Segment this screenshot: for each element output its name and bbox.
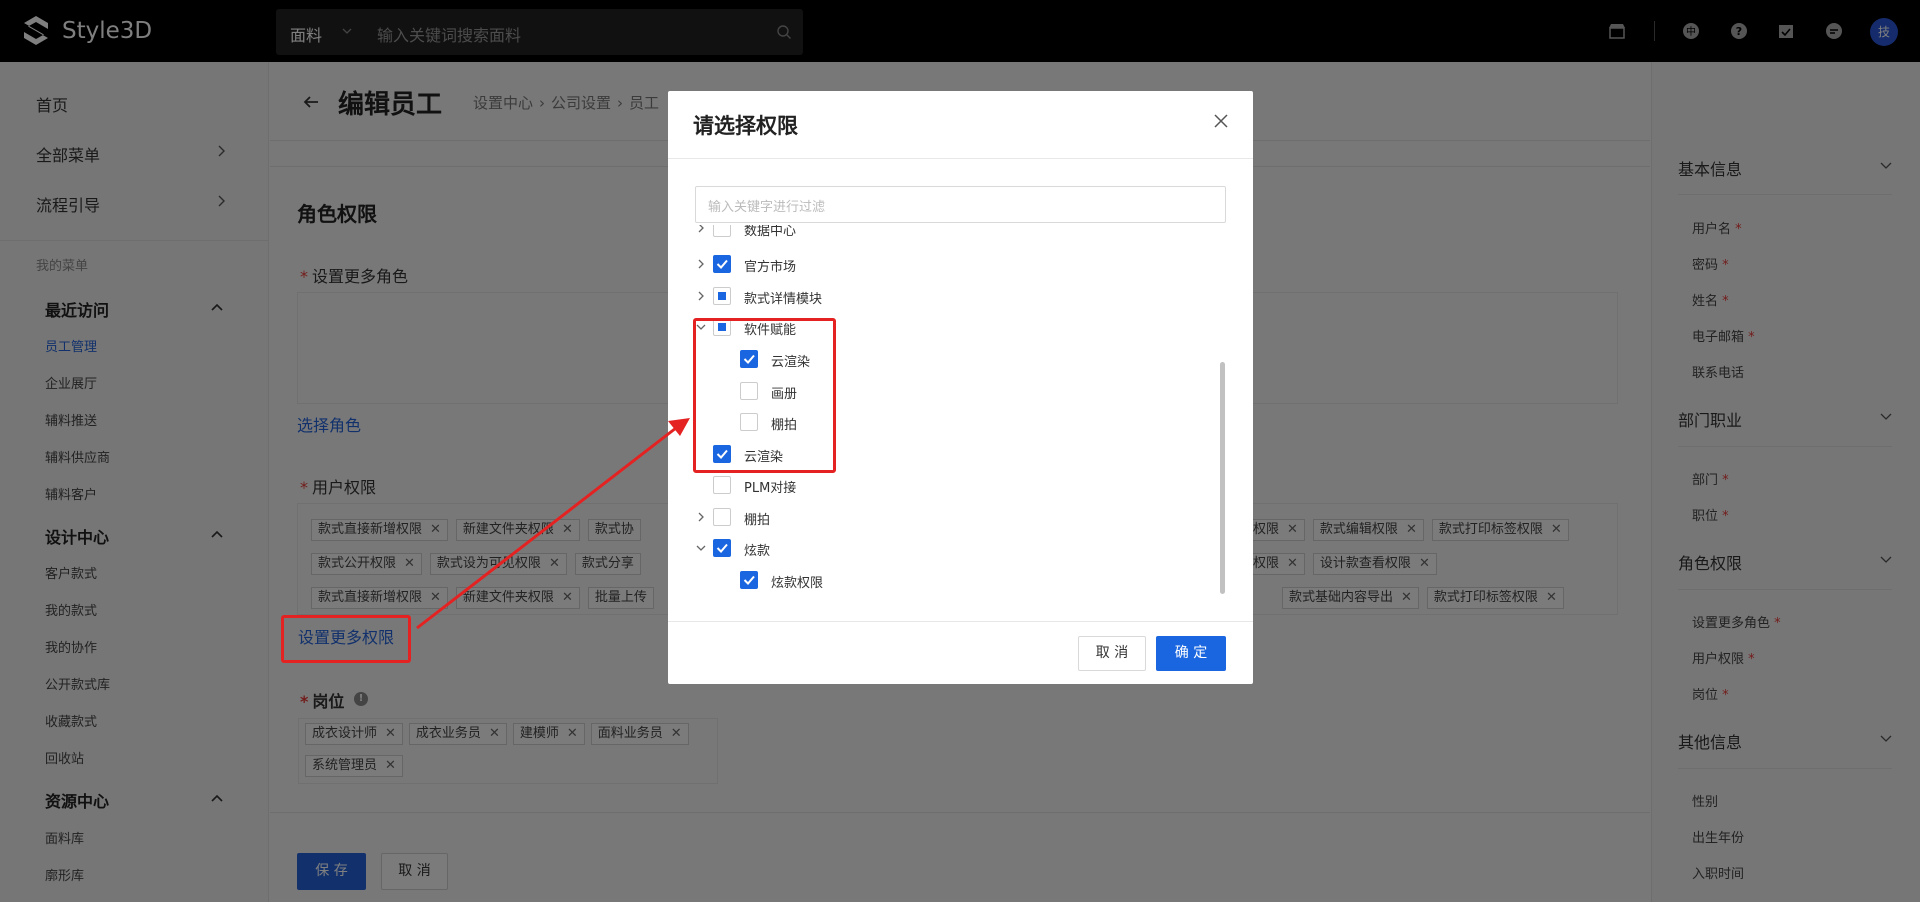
tree-label: 款式详情模块 <box>744 292 823 307</box>
tree-node[interactable]: 炫款 <box>695 536 1095 560</box>
filter-input[interactable]: 输入关键字进行过滤 <box>695 186 1226 223</box>
tree-checkbox[interactable] <box>713 287 731 305</box>
tree-checkbox[interactable] <box>740 571 758 589</box>
tree-node[interactable]: 官方市场 <box>695 252 1095 276</box>
tree-label: 数据中心 <box>744 225 797 239</box>
dialog-title: 请选择权限 <box>693 114 798 138</box>
tree-node[interactable]: 款式详情模块 <box>695 284 1095 308</box>
dialog-divider <box>668 621 1253 622</box>
chevron-right-icon[interactable] <box>695 290 707 302</box>
tree-checkbox[interactable] <box>713 539 731 557</box>
dialog-divider <box>668 158 1253 159</box>
chevron-right-icon[interactable] <box>695 511 707 523</box>
tree-label: 炫款 <box>744 544 771 559</box>
tree-label: PLM对接 <box>744 481 797 496</box>
tree-node[interactable]: PLM对接 <box>695 473 1095 497</box>
tree-checkbox[interactable] <box>713 225 731 237</box>
tree-checkbox[interactable] <box>713 476 731 494</box>
filter-placeholder: 输入关键字进行过滤 <box>708 200 826 215</box>
tree-label: 官方市场 <box>744 260 797 275</box>
dialog-cancel-button[interactable]: 取 消 <box>1078 636 1146 671</box>
tree-label: 炫款权限 <box>771 576 824 591</box>
tree-node[interactable]: 炫款权限 <box>695 568 1095 592</box>
tree-label: 棚拍 <box>744 513 771 528</box>
tree-node[interactable]: 数据中心 <box>695 225 1095 240</box>
chevron-down-icon[interactable] <box>695 542 707 554</box>
annotation-highlight-box <box>281 615 411 663</box>
chevron-right-icon[interactable] <box>695 258 707 270</box>
tree-scrollbar[interactable] <box>1220 362 1225 594</box>
tree-checkbox[interactable] <box>713 255 731 273</box>
close-icon[interactable] <box>1213 113 1229 129</box>
tree-node[interactable]: 棚拍 <box>695 505 1095 529</box>
tree-checkbox[interactable] <box>713 508 731 526</box>
chevron-right-icon[interactable] <box>695 225 707 234</box>
dialog-confirm-button[interactable]: 确 定 <box>1156 636 1226 671</box>
annotation-highlight-box <box>693 318 836 473</box>
